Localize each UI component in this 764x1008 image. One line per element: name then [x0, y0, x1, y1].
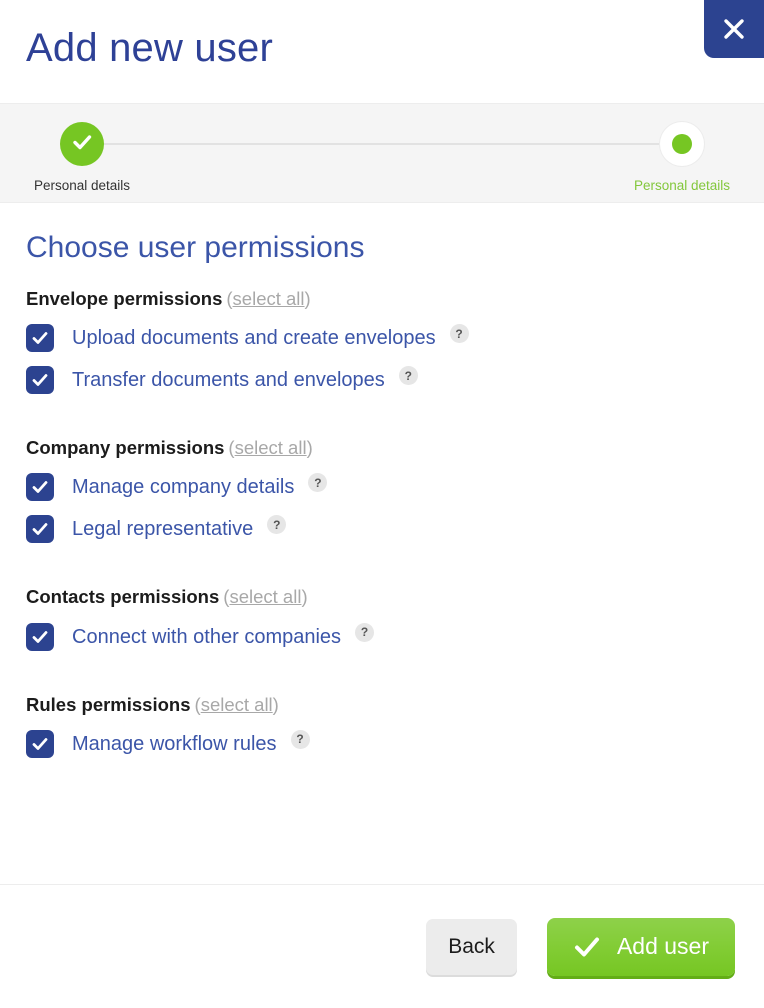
permission-group-rules: Rules permissions (select all) Manage wor…: [26, 694, 738, 758]
page-section-title: Choose user permissions: [26, 231, 365, 264]
add-user-button[interactable]: Add user: [546, 917, 735, 976]
stepper-track: [82, 143, 682, 145]
permission-label[interactable]: Legal representative: [72, 517, 253, 541]
step-2-marker-current: [660, 122, 704, 166]
group-title: Contacts permissions: [26, 586, 220, 608]
help-icon[interactable]: ?: [267, 515, 287, 535]
permission-row[interactable]: Upload documents and create envelopes ?: [26, 324, 738, 353]
check-icon: [573, 933, 601, 961]
permission-row[interactable]: Manage workflow rules ?: [26, 729, 738, 758]
group-title: Company permissions: [26, 437, 225, 459]
select-all-link-company[interactable]: (select all): [228, 437, 312, 458]
stepper-step-1[interactable]: Personal details: [2, 122, 162, 194]
group-header: Company permissions (select all): [26, 437, 738, 459]
dialog-header: Add new user: [0, 0, 764, 103]
checkbox-manage-workflow-rules[interactable]: [26, 729, 54, 758]
add-user-label: Add user: [616, 933, 709, 959]
permission-label[interactable]: Upload documents and create envelopes: [72, 326, 436, 350]
permission-row[interactable]: Legal representative ?: [26, 515, 738, 544]
permission-row[interactable]: Transfer documents and envelopes ?: [26, 366, 738, 395]
progress-stepper: Personal details Personal details: [0, 103, 764, 203]
permission-label[interactable]: Connect with other companies: [72, 625, 341, 649]
select-all-link-envelope[interactable]: (select all): [226, 288, 310, 309]
close-button[interactable]: [704, 0, 764, 58]
help-icon[interactable]: ?: [449, 324, 469, 344]
select-all-link-rules[interactable]: (select all): [195, 694, 279, 715]
checkbox-manage-company-details[interactable]: [26, 473, 54, 502]
checkbox-legal-representative[interactable]: [26, 515, 54, 544]
permission-group-contacts: Contacts permissions (select all) Connect…: [26, 586, 738, 651]
permission-group-company: Company permissions (select all) Manage c…: [26, 437, 738, 544]
check-icon: [70, 130, 94, 159]
group-header: Rules permissions (select all): [26, 694, 738, 716]
help-icon[interactable]: ?: [308, 473, 328, 493]
help-icon[interactable]: ?: [355, 622, 375, 642]
permissions-panel: Choose user permissions Envelope permiss…: [0, 230, 764, 911]
permission-label[interactable]: Manage workflow rules: [72, 732, 277, 756]
checkbox-upload-documents[interactable]: [26, 324, 54, 353]
group-title: Envelope permissions: [26, 288, 223, 309]
permission-group-envelope: Envelope permissions (select all) Upload …: [26, 288, 738, 395]
stepper-step-2[interactable]: Personal details: [602, 122, 762, 194]
permission-label[interactable]: Manage company details: [72, 475, 294, 499]
step-2-label: Personal details: [633, 178, 731, 193]
permission-label[interactable]: Transfer documents and envelopes: [72, 368, 385, 392]
permission-row[interactable]: Connect with other companies ?: [26, 622, 738, 651]
checkbox-transfer-documents[interactable]: [26, 366, 54, 395]
dialog-footer: Back Add user: [0, 884, 764, 1008]
permission-row[interactable]: Manage company details ?: [26, 473, 738, 502]
help-icon[interactable]: ?: [290, 729, 310, 749]
group-title: Rules permissions: [26, 693, 191, 715]
step-1-label: Personal details: [33, 178, 131, 193]
back-button[interactable]: Back: [426, 918, 517, 975]
step-1-marker-completed: [60, 122, 104, 166]
select-all-link-contacts[interactable]: (select all): [223, 586, 307, 607]
checkbox-connect-with-other-companies[interactable]: [26, 622, 54, 651]
close-icon: [721, 16, 747, 42]
group-header: Envelope permissions (select all): [26, 288, 738, 310]
help-icon[interactable]: ?: [398, 366, 418, 386]
step-dot-icon: [672, 134, 692, 154]
page-title: Add new user: [26, 26, 273, 70]
group-header: Contacts permissions (select all): [26, 586, 738, 608]
